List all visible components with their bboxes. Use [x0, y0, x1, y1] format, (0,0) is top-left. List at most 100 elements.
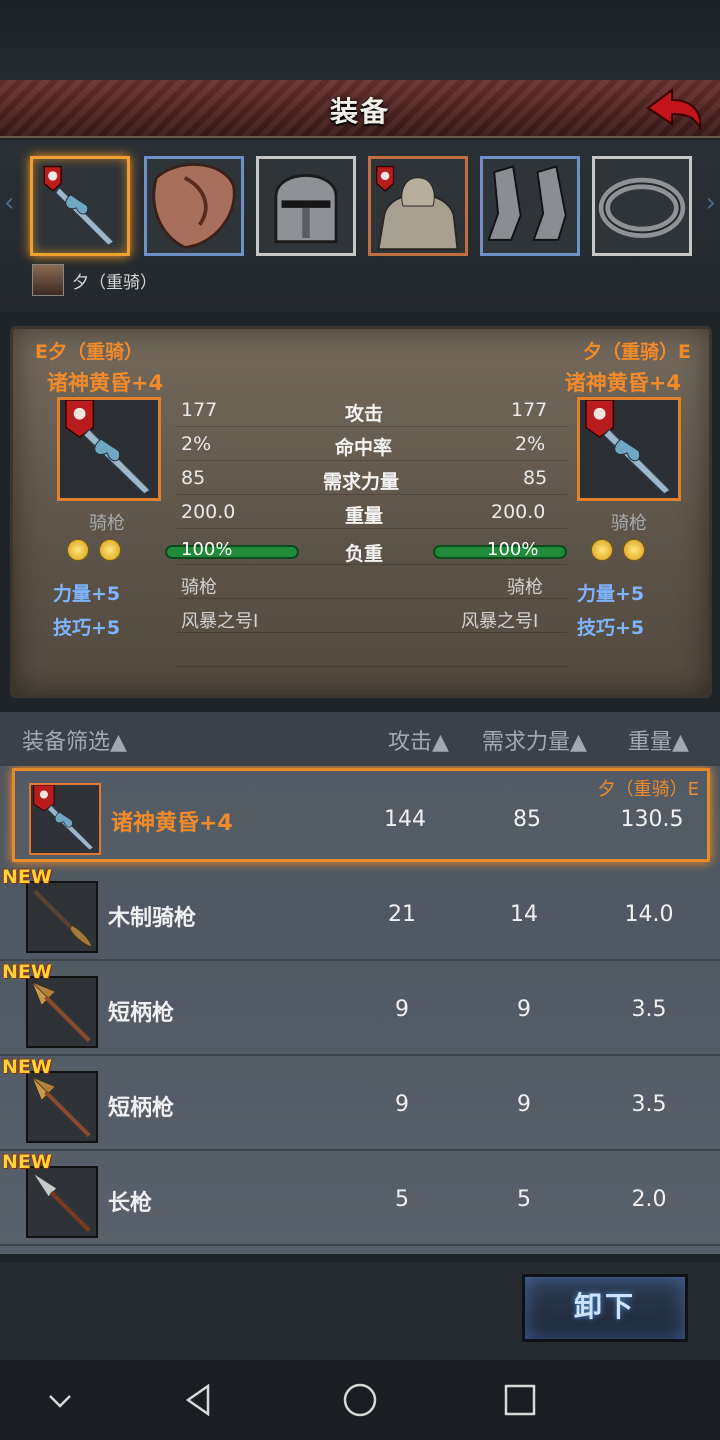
right-attr-skill: 技巧+5 [577, 617, 645, 639]
back-arrow-icon[interactable] [642, 86, 706, 132]
sort-str-req[interactable]: 需求力量▲ [482, 724, 587, 756]
left-hit: 2% [181, 433, 212, 455]
label-str-req: 需求力量 [323, 471, 400, 493]
item-compare-panel: E夕（重骑） 夕（重骑）E 诸神黄昏+4 诸神黄昏+4 骑枪 骑枪 力量+5 技… [10, 326, 712, 698]
item-attack: 5 [395, 1187, 409, 1212]
scroll-left-icon[interactable]: ‹ [4, 188, 14, 218]
item-weight: 3.5 [631, 997, 667, 1022]
slot-shield[interactable] [144, 156, 244, 256]
chevron-down-icon[interactable] [40, 1380, 80, 1420]
right-load-pct: 100% [487, 539, 539, 560]
back-triangle-icon[interactable] [180, 1380, 220, 1420]
left-owner: E夕（重骑） [35, 341, 143, 363]
item-weight: 3.5 [631, 1092, 667, 1117]
wooden-lance-icon [26, 881, 98, 953]
item-attack: 9 [395, 997, 409, 1022]
item-name: 诸神黄昏+4 [111, 811, 233, 836]
new-badge: NEW [2, 961, 52, 983]
label-attack: 攻击 [345, 403, 384, 425]
right-attack: 177 [511, 399, 548, 421]
item-weight: 2.0 [631, 1187, 667, 1212]
sort-weight[interactable]: 重量▲ [628, 724, 689, 756]
footer-bar: 卸下 [0, 1262, 720, 1360]
left-spec-type: 骑枪 [181, 577, 217, 598]
item-name: 长枪 [108, 1191, 153, 1216]
item-attack: 144 [384, 807, 426, 832]
list-item[interactable]: NEW 短柄枪 9 9 3.5 [0, 961, 720, 1056]
sort-attack[interactable]: 攻击▲ [388, 724, 449, 756]
scroll-right-icon[interactable]: › [706, 188, 716, 218]
gem-icon [591, 539, 613, 561]
shield-icon [152, 163, 236, 249]
label-load: 负重 [345, 543, 384, 565]
left-load-pct: 100% [181, 539, 233, 560]
right-item-name: 诸神黄昏+4 [564, 371, 681, 395]
right-weight: 200.0 [491, 501, 546, 523]
gem-icon [67, 539, 89, 561]
left-attr-strength: 力量+5 [53, 583, 121, 605]
greaves-icon [487, 165, 567, 241]
new-badge: NEW [2, 1056, 52, 1078]
right-str-req: 85 [523, 467, 548, 489]
label-hit: 命中率 [335, 437, 393, 459]
item-str-req: 5 [517, 1187, 531, 1212]
left-item-icon [57, 397, 161, 501]
right-hit: 2% [515, 433, 546, 455]
new-badge: NEW [2, 866, 52, 888]
left-skill: 风暴之号I [181, 611, 259, 632]
page-title: 装备 [329, 95, 390, 128]
slot-helmet[interactable] [256, 156, 356, 256]
item-name: 短柄枪 [108, 1096, 175, 1121]
right-spec-type: 骑枪 [507, 577, 543, 598]
sort-filter[interactable]: 装备筛选▲ [22, 724, 127, 756]
helmet-icon [274, 174, 338, 244]
home-circle-icon[interactable] [340, 1380, 380, 1420]
short-spear-icon [26, 1071, 98, 1143]
right-item-type: 骑枪 [611, 513, 647, 534]
right-attr-strength: 力量+5 [577, 583, 645, 605]
list-item[interactable]: NEW 长枪 5 5 2.0 [0, 1151, 720, 1246]
new-badge: NEW [2, 1151, 52, 1173]
slot-armor[interactable] [368, 156, 468, 256]
slot-greaves[interactable] [480, 156, 580, 256]
item-attack: 21 [388, 902, 416, 927]
left-attr-skill: 技巧+5 [53, 617, 121, 639]
equipment-slot-strip: ‹ › 夕（重骑） [0, 140, 720, 312]
item-str-req: 9 [517, 997, 531, 1022]
item-attack: 9 [395, 1092, 409, 1117]
left-str-req: 85 [181, 467, 206, 489]
left-item-type: 骑枪 [89, 513, 125, 534]
long-spear-icon [26, 1166, 98, 1238]
lance-icon [43, 165, 115, 247]
hero-name: 夕（重骑） [72, 272, 157, 293]
lance-icon [29, 783, 101, 855]
hero-tag: 夕（重骑） [32, 264, 157, 296]
slot-ring[interactable] [592, 156, 692, 256]
left-weight: 200.0 [181, 501, 236, 523]
item-str-req: 85 [513, 807, 541, 832]
lance-icon [65, 399, 152, 496]
avatar [32, 264, 64, 296]
left-attack: 177 [181, 399, 218, 421]
item-weight: 130.5 [620, 807, 684, 832]
slot-weapon[interactable] [30, 156, 130, 256]
right-skill: 风暴之号I [461, 611, 539, 632]
item-name: 木制骑枪 [108, 906, 197, 931]
status-bar [0, 0, 720, 80]
list-item[interactable]: NEW 木制骑枪 21 14 14.0 [0, 866, 720, 961]
recents-square-icon[interactable] [500, 1380, 540, 1420]
item-str-req: 9 [517, 1092, 531, 1117]
item-owner: 夕（重骑）E [597, 779, 699, 800]
armor-icon [375, 165, 459, 251]
left-item-name: 诸神黄昏+4 [47, 371, 164, 395]
list-item-selected[interactable]: 夕（重骑）E 诸神黄昏+4 144 85 130.5 [12, 768, 710, 862]
item-list: 夕（重骑）E 诸神黄昏+4 144 85 130.5 NEW 木制骑枪 21 1… [0, 766, 720, 1254]
stat-row-empty [177, 637, 567, 667]
unequip-button[interactable]: 卸下 [522, 1274, 688, 1342]
item-name: 短柄枪 [108, 1001, 175, 1026]
list-item[interactable]: NEW 短柄枪 9 9 3.5 [0, 1056, 720, 1151]
short-spear-icon [26, 976, 98, 1048]
ring-icon [598, 177, 686, 238]
system-nav-bar [0, 1360, 720, 1440]
lance-icon [585, 399, 672, 496]
